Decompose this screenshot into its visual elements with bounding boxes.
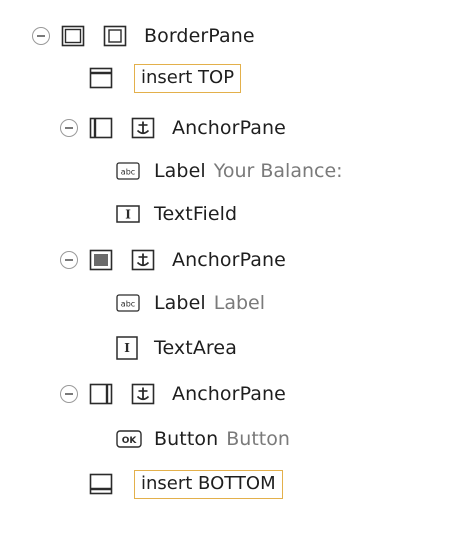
top-region-icon <box>88 67 114 89</box>
tree-row-label-balance[interactable]: abc Label Your Balance: <box>116 153 343 189</box>
textarea-icon: I <box>116 336 138 360</box>
textfield-icon: I <box>116 205 140 223</box>
tree-node-label: AnchorPane <box>172 249 286 271</box>
collapse-toggle-icon[interactable] <box>60 385 78 403</box>
collapse-toggle-icon[interactable] <box>60 119 78 137</box>
insert-top-drop-target[interactable]: insert TOP <box>134 63 242 93</box>
tree-row-anchorpane-top[interactable]: AnchorPane <box>60 110 286 146</box>
svg-text:abc: abc <box>121 300 135 309</box>
left-region-icon <box>88 117 114 139</box>
node-text: Label <box>213 292 266 314</box>
tree-node-label: AnchorPane <box>172 383 286 405</box>
hierarchy-tree: BorderPane insert TOP AnchorPane abc Lab… <box>0 0 453 545</box>
label-icon: abc <box>116 162 140 180</box>
anchorpane-icon <box>130 117 156 139</box>
position-indicator-icon <box>60 25 86 47</box>
center-region-icon <box>88 249 114 271</box>
tree-row-button[interactable]: OK Button Button <box>116 421 290 457</box>
svg-text:I: I <box>125 208 131 222</box>
node-text: Your Balance: <box>213 160 343 182</box>
tree-node-label: BorderPane <box>144 25 255 47</box>
button-icon: OK <box>116 430 142 448</box>
tree-node-label: AnchorPane <box>172 117 286 139</box>
node-type: Button <box>154 428 219 450</box>
insert-bottom-drop-target[interactable]: insert BOTTOM <box>134 469 283 499</box>
anchorpane-icon <box>130 383 156 405</box>
borderpane-icon <box>102 25 128 47</box>
right-region-icon <box>88 383 114 405</box>
tree-row-borderpane[interactable]: BorderPane <box>32 18 255 54</box>
tree-row-anchorpane-bottom[interactable]: AnchorPane <box>60 376 286 412</box>
tree-row-textarea[interactable]: I TextArea <box>116 330 237 366</box>
node-type: Label <box>154 292 206 314</box>
label-icon: abc <box>116 294 140 312</box>
tree-row-anchorpane-center[interactable]: AnchorPane <box>60 242 286 278</box>
node-text: Button <box>226 428 290 450</box>
svg-text:I: I <box>124 341 130 355</box>
svg-text:abc: abc <box>121 168 135 177</box>
anchorpane-icon <box>130 249 156 271</box>
tree-node-label: TextField <box>154 203 238 225</box>
collapse-toggle-icon[interactable] <box>60 251 78 269</box>
tree-row-insert-bottom[interactable]: insert BOTTOM <box>88 466 283 502</box>
bottom-region-icon <box>88 473 114 495</box>
node-type: Label <box>154 160 206 182</box>
tree-row-insert-top[interactable]: insert TOP <box>88 60 242 96</box>
svg-text:OK: OK <box>122 436 138 446</box>
tree-node-label: TextArea <box>154 337 237 359</box>
tree-row-label-label[interactable]: abc Label Label <box>116 285 265 321</box>
tree-row-textfield[interactable]: I TextField <box>116 196 237 232</box>
collapse-toggle-icon[interactable] <box>32 27 50 45</box>
